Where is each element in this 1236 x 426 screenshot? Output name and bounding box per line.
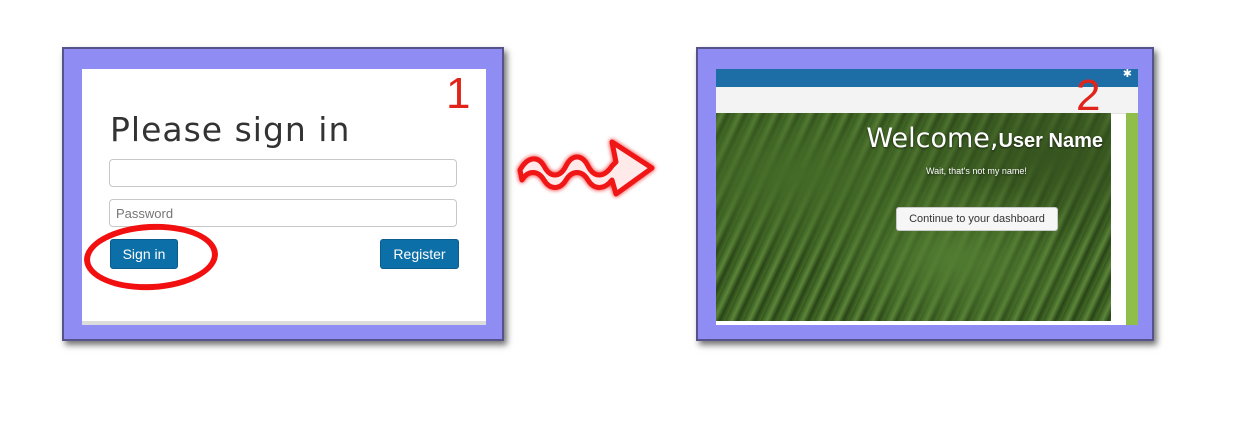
step-1-frame	[62, 47, 504, 341]
gear-icon[interactable]: ✱	[1123, 69, 1132, 80]
not-my-name-link[interactable]: Wait, that's not my name!	[926, 166, 1027, 176]
password-field[interactable]	[109, 199, 457, 227]
side-accent-strip	[1126, 113, 1138, 325]
squiggly-arrow-icon	[517, 139, 655, 197]
step-number-2: 2	[1076, 71, 1101, 120]
hero-banner: Welcome,User Name Wait, that's not my na…	[716, 113, 1111, 321]
welcome-heading: Welcome,User Name	[866, 123, 1103, 154]
register-button[interactable]: Register	[380, 239, 459, 269]
step-number-1: 1	[446, 69, 471, 118]
sub-navbar	[716, 87, 1138, 114]
signin-title: Please sign in	[110, 110, 351, 149]
dashboard-panel: ✱ Welcome,User Name Wait, that's not my …	[716, 69, 1138, 325]
username-field[interactable]	[109, 159, 457, 187]
panel-divider	[82, 321, 486, 325]
welcome-word: Welcome,	[866, 123, 999, 154]
top-navbar: ✱	[716, 69, 1138, 87]
user-name: User Name	[998, 130, 1103, 152]
continue-dashboard-button[interactable]: Continue to your dashboard	[896, 207, 1058, 231]
